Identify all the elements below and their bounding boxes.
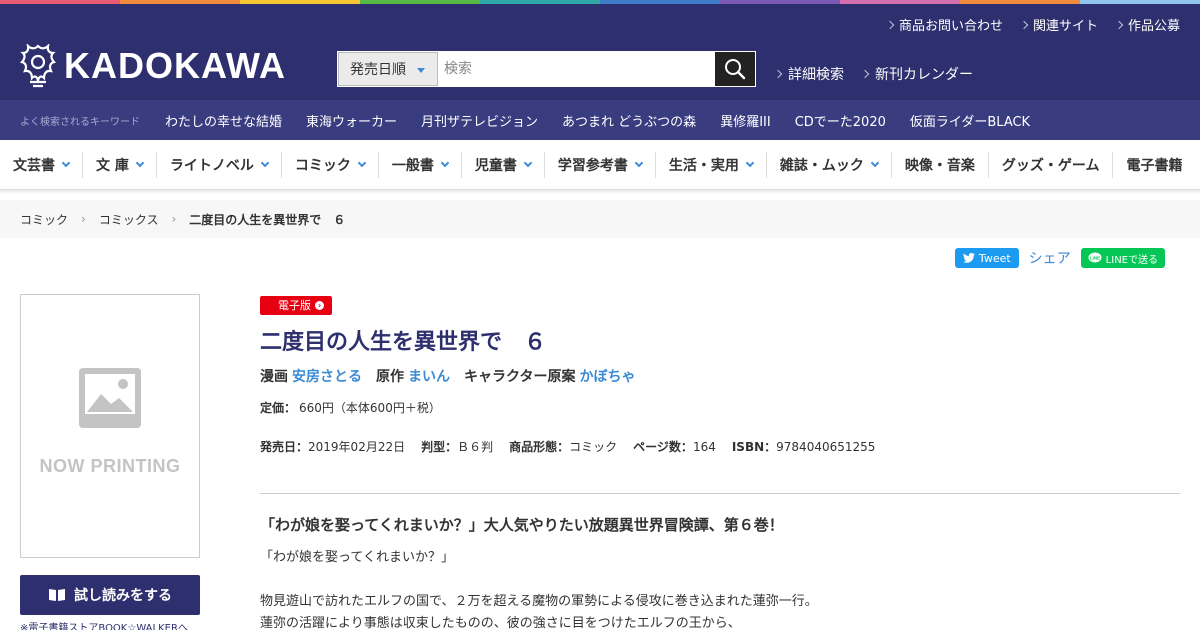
- category-general[interactable]: 一般書: [379, 151, 462, 178]
- search-bar: 発売日順: [337, 51, 756, 87]
- spec-product-type: 商品形態：コミック: [509, 439, 618, 454]
- category-nav: 文芸書 文 庫 ライトノベル コミック 一般書 児童書 学習参考書 生活・実用 …: [0, 140, 1200, 190]
- category-ebooks[interactable]: 電子書籍: [1113, 152, 1195, 178]
- nav-shadow: [0, 190, 1200, 194]
- chevron-right-icon: [885, 20, 895, 29]
- keyword-link[interactable]: 異修羅III: [720, 111, 771, 130]
- description-paragraph: 蓮弥の活躍により事態は収束したものの、彼の強さに目をつけたエルフの王から、: [260, 615, 741, 630]
- site-header: 商品お問い合わせ 関連サイト 作品公募 KADOKAWA 発売日順 詳細検索 新…: [0, 4, 1200, 100]
- breadcrumb-comics[interactable]: コミックス: [99, 211, 159, 228]
- open-book-icon: [49, 589, 65, 601]
- keyword-link[interactable]: わたしの幸せな結婚: [165, 111, 282, 130]
- spec-release-date: 発売日：2019年02月22日: [260, 439, 406, 454]
- keyword-link[interactable]: 仮面ライダーBLACK: [910, 111, 1030, 130]
- chevron-down-icon: [357, 158, 367, 167]
- tweet-button[interactable]: Tweet: [954, 248, 1019, 268]
- keyword-link[interactable]: 月刊ザテレビジョン: [421, 111, 538, 130]
- catchcopy: 「わが娘を娶ってくれまいか？」大人気やりたい放題異世界冒険譚、第６巻！: [260, 515, 784, 534]
- chevron-right-icon: ›: [81, 212, 86, 226]
- product-title: 二度目の人生を異世界で ６: [260, 329, 547, 355]
- search-input[interactable]: [438, 52, 715, 86]
- chevron-down-icon: [440, 158, 450, 167]
- product-specs: 発売日：2019年02月22日 判型：Ｂ６判 商品形態：コミック ページ数：16…: [260, 438, 1180, 455]
- category-goods-games[interactable]: グッズ・ゲーム: [989, 151, 1114, 178]
- twitter-bird-icon: [962, 253, 975, 263]
- category-bunko[interactable]: 文 庫: [83, 151, 157, 178]
- search-button[interactable]: [715, 52, 755, 86]
- description: 「わが娘を娶ってくれまいか？」 物見遊山で訪れたエルフの国で、２万を超える魔物の…: [260, 547, 1180, 630]
- top-link-contact[interactable]: 商品お問い合わせ: [885, 15, 1003, 34]
- spec-format: 判型：Ｂ６判: [421, 439, 494, 454]
- top-link-submissions[interactable]: 作品公募: [1114, 15, 1180, 34]
- category-comic[interactable]: コミック: [282, 151, 379, 178]
- chevron-down-icon: [745, 158, 755, 167]
- keyword-bar: よく検索されるキーワード わたしの幸せな結婚 東海ウォーカー 月刊ザテレビジョン…: [0, 100, 1200, 140]
- header-links: 詳細検索 新刊カレンダー: [773, 64, 973, 84]
- category-video-music[interactable]: 映像・音楽: [892, 151, 989, 178]
- author-link[interactable]: 安房さとる: [292, 369, 362, 385]
- category-children[interactable]: 児童書: [462, 151, 545, 178]
- chevron-right-icon: [1114, 20, 1124, 29]
- credit-item: 漫画 安房さとる: [260, 368, 362, 385]
- description-paragraph: 物見遊山で訪れたエルフの国で、２万を超える魔物の軍勢による侵攻に巻き込まれた蓮弥…: [260, 593, 818, 609]
- category-study[interactable]: 学習参考書: [545, 151, 656, 178]
- breadcrumb-comic[interactable]: コミック: [20, 211, 68, 228]
- svg-text:LINE: LINE: [1090, 256, 1100, 261]
- chevron-right-icon: [1019, 20, 1029, 29]
- new-release-calendar-link[interactable]: 新刊カレンダー: [860, 64, 973, 84]
- keyword-link[interactable]: あつまれ どうぶつの森: [562, 111, 696, 130]
- top-links: 商品お問い合わせ 関連サイト 作品公募: [885, 15, 1180, 34]
- trial-read-button[interactable]: 試し読みをする: [20, 575, 200, 615]
- category-light-novel[interactable]: ライトノベル: [157, 151, 282, 178]
- share-link[interactable]: シェア: [1029, 248, 1071, 268]
- chevron-down-icon: [61, 158, 71, 167]
- chevron-right-icon: [860, 69, 870, 79]
- category-magazine[interactable]: 雑誌・ムック: [767, 151, 892, 178]
- ebook-badge[interactable]: 電子版 ›: [260, 295, 332, 315]
- breadcrumb: コミック › コミックス › 二度目の人生を異世界で ６: [0, 200, 1200, 238]
- search-icon: [725, 59, 746, 80]
- bookwalker-link[interactable]: ※電子書籍ストアBOOK☆WALKERへ: [20, 619, 188, 630]
- credits: 漫画 安房さとる 原作 まいん キャラクター原案 かぼちゃ: [260, 366, 1180, 386]
- caret-down-icon: [417, 68, 425, 73]
- kadokawa-logo[interactable]: KADOKAWA: [20, 44, 286, 88]
- top-link-related-sites[interactable]: 関連サイト: [1019, 15, 1098, 34]
- divider: [260, 492, 1180, 494]
- arrow-right-circle-icon: ›: [315, 300, 324, 310]
- logo-text: KADOKAWA: [64, 45, 286, 86]
- chevron-right-icon: [773, 69, 783, 79]
- breadcrumb-current: 二度目の人生を異世界で ６: [189, 212, 346, 227]
- now-printing-text: NOW PRINTING: [39, 455, 181, 476]
- chevron-down-icon: [634, 158, 644, 167]
- product-detail: 電子版 › 二度目の人生を異世界で ６ 漫画 安房さとる 原作 まいん キャラクター…: [260, 294, 1180, 630]
- chevron-down-icon: [135, 158, 145, 167]
- chevron-down-icon: [260, 158, 270, 167]
- phoenix-logo-icon: [20, 44, 56, 88]
- category-lifestyle[interactable]: 生活・実用: [656, 151, 767, 178]
- description-paragraph: 「わが娘を娶ってくれまいか？」: [260, 549, 454, 565]
- keyword-link[interactable]: 東海ウォーカー: [306, 111, 397, 130]
- author-link[interactable]: かぼちゃ: [579, 369, 635, 385]
- price: 定価： 660円（本体600円＋税）: [260, 400, 441, 415]
- line-share-button[interactable]: LINE LINEで送る: [1080, 248, 1165, 268]
- spec-pages: ページ数：164: [633, 439, 716, 454]
- chevron-down-icon: [523, 158, 533, 167]
- image-placeholder-icon: [79, 367, 141, 428]
- credit-item: 原作 まいん: [376, 368, 450, 385]
- sort-select[interactable]: 発売日順: [338, 52, 438, 86]
- spec-isbn: ISBN：9784040651255: [731, 439, 876, 454]
- chevron-right-icon: ›: [171, 212, 177, 226]
- share-buttons: Tweet シェア LINE LINEで送る: [954, 248, 1165, 268]
- keyword-link[interactable]: CDでーた2020: [795, 111, 886, 130]
- book-cover: NOW PRINTING: [20, 294, 200, 558]
- keyword-label: よく検索されるキーワード: [20, 116, 140, 128]
- line-icon: LINE: [1088, 252, 1102, 263]
- category-literature[interactable]: 文芸書: [0, 151, 83, 178]
- author-link[interactable]: まいん: [408, 369, 450, 385]
- credit-item: キャラクター原案 かぼちゃ: [464, 368, 636, 385]
- chevron-down-icon: [870, 158, 880, 167]
- advanced-search-link[interactable]: 詳細検索: [773, 64, 844, 84]
